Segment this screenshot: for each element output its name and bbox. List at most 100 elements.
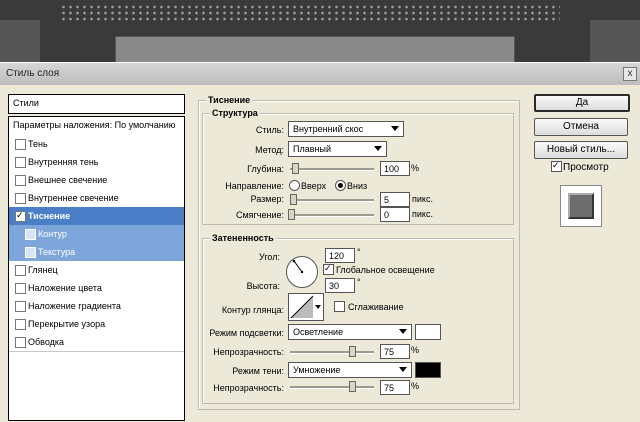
- background-slot: [115, 36, 515, 62]
- checkbox[interactable]: [15, 175, 26, 186]
- style-dropdown[interactable]: Внутренний скос: [288, 121, 404, 137]
- altitude-unit: °: [357, 277, 361, 287]
- new-style-button[interactable]: Новый стиль...: [534, 141, 628, 159]
- style-item-gradient-overlay[interactable]: Наложение градиента: [9, 297, 184, 316]
- shadow-color-swatch[interactable]: [415, 362, 441, 378]
- technique-dropdown[interactable]: Плавный: [288, 141, 387, 157]
- styles-header[interactable]: Стили: [8, 94, 185, 114]
- shadow-opacity-value: 75: [384, 383, 395, 393]
- structure-title: Структура: [210, 108, 260, 118]
- highlight-opacity-slider-track[interactable]: [290, 351, 374, 354]
- depth-label: Глубина:: [247, 164, 284, 174]
- size-label: Размер:: [250, 194, 284, 204]
- highlight-mode-dropdown[interactable]: Осветление: [288, 324, 412, 340]
- highlight-opacity-field[interactable]: 75: [380, 344, 410, 359]
- depth-slider-track[interactable]: [290, 168, 374, 171]
- preview-swatch: [568, 193, 594, 219]
- angle-indicator-icon: [292, 259, 304, 274]
- technique-label: Метод:: [255, 145, 284, 155]
- dot-pattern: [60, 4, 560, 22]
- direction-down-radio[interactable]: [335, 180, 346, 191]
- linear-contour-icon: [290, 295, 314, 319]
- chevron-down-icon: [391, 126, 399, 131]
- angle-dial[interactable]: [286, 256, 318, 288]
- highlight-opacity-unit: %: [411, 345, 420, 355]
- background-shape-left: [0, 20, 40, 62]
- bevel-emboss-title: Тиснение: [206, 95, 253, 105]
- angle-label: Угол:: [259, 252, 280, 262]
- shadow-opacity-field[interactable]: 75: [380, 380, 410, 395]
- style-item-label: Текстура: [38, 247, 76, 257]
- style-item-label: Внутренняя тень: [28, 157, 99, 167]
- soften-slider-track[interactable]: [290, 214, 374, 217]
- shadow-mode-dropdown[interactable]: Умножение: [288, 362, 412, 378]
- shadow-opacity-slider-track[interactable]: [290, 386, 374, 389]
- checkbox[interactable]: [15, 210, 26, 222]
- highlight-color-swatch[interactable]: [415, 324, 441, 340]
- anti-aliased-label: Сглаживание: [348, 302, 404, 312]
- checkbox[interactable]: [15, 139, 26, 150]
- style-item-drop-shadow[interactable]: Тень: [9, 135, 184, 154]
- style-item-contour[interactable]: Контур: [9, 225, 184, 244]
- style-item-satin[interactable]: Глянец: [9, 261, 184, 280]
- ok-button[interactable]: Да: [534, 94, 630, 112]
- technique-value: Плавный: [293, 144, 331, 154]
- close-button[interactable]: x: [623, 67, 637, 81]
- depth-unit: %: [411, 163, 420, 173]
- style-item-bevel-emboss[interactable]: Тиснение: [9, 207, 184, 226]
- depth-slider-thumb[interactable]: [292, 163, 299, 174]
- checkbox[interactable]: [25, 229, 36, 240]
- blending-options-label: Параметры наложения: По умолчанию: [13, 120, 176, 130]
- style-item-outer-glow[interactable]: Внешнее свечение: [9, 171, 184, 190]
- window-title: Стиль слоя: [6, 68, 60, 79]
- style-item-texture[interactable]: Текстура: [9, 243, 184, 262]
- checkbox[interactable]: [15, 301, 26, 312]
- global-light-label: Глобальное освещение: [336, 265, 435, 275]
- checkbox[interactable]: [15, 193, 26, 204]
- cancel-button[interactable]: Отмена: [534, 118, 628, 136]
- checkbox[interactable]: [15, 337, 26, 348]
- shadow-mode-value: Умножение: [293, 365, 341, 375]
- soften-field[interactable]: 0: [380, 207, 410, 222]
- chevron-down-icon: [399, 329, 407, 334]
- highlight-opacity-slider-thumb[interactable]: [349, 346, 356, 357]
- anti-aliased-checkbox[interactable]: [334, 301, 345, 312]
- checkbox[interactable]: [15, 283, 26, 294]
- altitude-field[interactable]: 30: [325, 278, 355, 293]
- soften-unit: пикс.: [412, 209, 433, 219]
- angle-value: 120: [329, 251, 345, 261]
- direction-up-label: Вверх: [301, 181, 327, 191]
- soften-label: Смягчение:: [235, 210, 284, 220]
- blending-options-header[interactable]: Параметры наложения: По умолчанию: [8, 116, 185, 136]
- checkbox[interactable]: [15, 265, 26, 276]
- preview-checkbox[interactable]: [551, 160, 562, 172]
- checkbox[interactable]: [15, 157, 26, 168]
- size-slider-track[interactable]: [290, 199, 374, 202]
- size-slider-thumb[interactable]: [290, 194, 297, 205]
- highlight-opacity-value: 75: [384, 347, 395, 357]
- shading-title: Затененность: [210, 233, 276, 243]
- angle-field[interactable]: 120: [325, 248, 355, 263]
- title-bar: Стиль слоя x: [0, 62, 640, 86]
- gloss-contour-picker[interactable]: [288, 293, 324, 321]
- shadow-opacity-label: Непрозрачность:: [213, 383, 284, 393]
- style-item-label: Контур: [38, 229, 67, 239]
- style-list: Тень Внутренняя тень Внешнее свечение Вн…: [8, 135, 185, 421]
- checkbox[interactable]: [25, 247, 36, 258]
- direction-label: Направление:: [225, 181, 284, 191]
- style-item-label: Тень: [28, 139, 48, 149]
- angle-unit: °: [357, 247, 361, 257]
- style-item-inner-glow[interactable]: Внутреннее свечение: [9, 189, 184, 208]
- global-light-checkbox[interactable]: [323, 263, 334, 275]
- size-field[interactable]: 5: [380, 192, 410, 207]
- depth-field[interactable]: 100: [380, 161, 410, 176]
- style-item-pattern-overlay[interactable]: Перекрытие узора: [9, 315, 184, 334]
- style-item-stroke[interactable]: Обводка: [9, 333, 184, 352]
- soften-slider-thumb[interactable]: [288, 209, 295, 220]
- checkbox[interactable]: [15, 319, 26, 330]
- style-item-color-overlay[interactable]: Наложение цвета: [9, 279, 184, 298]
- direction-up-radio[interactable]: [289, 180, 300, 191]
- shadow-opacity-unit: %: [411, 381, 420, 391]
- style-item-inner-shadow[interactable]: Внутренняя тень: [9, 153, 184, 172]
- shadow-opacity-slider-thumb[interactable]: [349, 381, 356, 392]
